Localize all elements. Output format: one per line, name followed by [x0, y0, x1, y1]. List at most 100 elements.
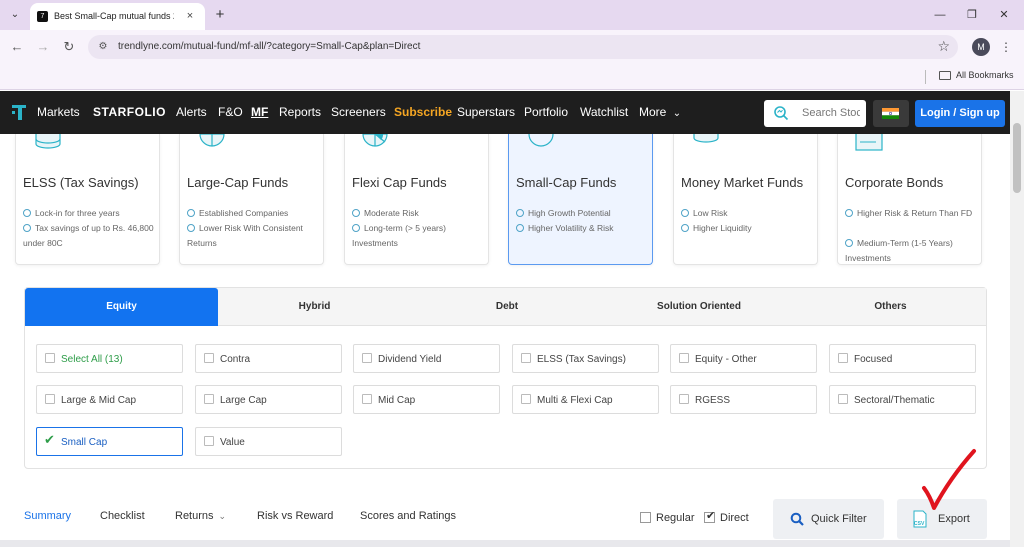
- stock-search-input[interactable]: Search Stocks: [764, 100, 866, 127]
- checkbox[interactable]: [838, 394, 848, 404]
- tab-returns[interactable]: Returns ⌄: [175, 510, 226, 522]
- nav-markets[interactable]: Markets: [37, 105, 80, 119]
- category-card-corporate-bonds[interactable]: Corporate Bonds Higher Risk & Return Tha…: [837, 134, 982, 265]
- tab-search-chevron-icon[interactable]: ⌄: [6, 6, 24, 24]
- tab-debt[interactable]: Debt: [411, 288, 603, 326]
- nav-screeners[interactable]: Screeners: [331, 105, 386, 119]
- tab-others[interactable]: Others: [795, 288, 986, 326]
- browser-tab-title: Best Small-Cap mutual funds 20: [54, 11, 174, 21]
- category-card-large-cap[interactable]: Large-Cap Funds Established Companies Lo…: [179, 134, 324, 265]
- checkbox[interactable]: [838, 353, 848, 363]
- tab-hybrid[interactable]: Hybrid: [218, 288, 411, 326]
- tab-scores-ratings[interactable]: Scores and Ratings: [360, 510, 456, 522]
- window-close-icon[interactable]: ✕: [994, 6, 1014, 24]
- browser-toolbar: ← → ↻ ⚙ trendlyne.com/mutual-fund/mf-all…: [0, 30, 1024, 64]
- bookmark-star-icon[interactable]: ☆: [937, 38, 950, 55]
- checkbox[interactable]: [362, 394, 372, 404]
- filter-tab-bar: Equity Hybrid Debt Solution Oriented Oth…: [25, 288, 986, 326]
- minimize-icon[interactable]: —: [930, 6, 950, 24]
- option-rgess[interactable]: RGESS: [670, 385, 817, 414]
- option-small-cap[interactable]: ✔ Small Cap: [36, 427, 183, 456]
- tab-summary[interactable]: Summary: [24, 510, 71, 522]
- nav-watchlist[interactable]: Watchlist: [580, 105, 628, 119]
- nav-reports[interactable]: Reports: [279, 105, 321, 119]
- nav-mf[interactable]: MF: [251, 105, 268, 119]
- check-circle-icon: [23, 209, 31, 217]
- folder-icon[interactable]: [939, 71, 951, 80]
- nav-more[interactable]: More ⌄: [639, 105, 681, 119]
- category-card-money-market[interactable]: Money Market Funds Low Risk Higher Liqui…: [673, 134, 818, 265]
- nav-subscribe[interactable]: Subscribe: [394, 105, 452, 119]
- category-card-small-cap[interactable]: Small-Cap Funds High Growth Potential Hi…: [508, 134, 653, 265]
- browser-menu-icon[interactable]: ⋮: [998, 38, 1014, 56]
- coins-illustration-icon: [35, 134, 61, 149]
- option-contra[interactable]: Contra: [195, 344, 342, 373]
- country-selector[interactable]: [873, 100, 909, 127]
- card-point: Established Companies: [187, 206, 322, 221]
- checkbox[interactable]: [45, 353, 55, 363]
- nav-starfolio[interactable]: STARFOLIO: [93, 105, 166, 119]
- checkbox[interactable]: [521, 394, 531, 404]
- nav-alerts[interactable]: Alerts: [176, 105, 207, 119]
- back-arrow-icon[interactable]: ←: [8, 38, 26, 56]
- quick-filter-label: Quick Filter: [811, 513, 867, 525]
- nav-fno[interactable]: F&O: [218, 105, 243, 119]
- search-placeholder: Search Stocks: [802, 107, 860, 119]
- close-tab-icon[interactable]: ×: [182, 8, 198, 24]
- check-circle-icon: [516, 224, 524, 232]
- checkbox[interactable]: [679, 394, 689, 404]
- nav-portfolio[interactable]: Portfolio: [524, 105, 568, 119]
- quick-filter-button[interactable]: Quick Filter: [773, 499, 884, 539]
- category-card-flexi-cap[interactable]: Flexi Cap Funds Moderate Risk Long-term …: [344, 134, 489, 265]
- nav-superstars[interactable]: Superstars: [457, 105, 515, 119]
- check-circle-icon: [23, 224, 31, 232]
- tab-checklist[interactable]: Checklist: [100, 510, 145, 522]
- check-circle-icon: [352, 209, 360, 217]
- search-icon: [790, 512, 804, 526]
- tab-equity[interactable]: Equity: [25, 288, 218, 326]
- option-mid-cap[interactable]: Mid Cap: [353, 385, 500, 414]
- option-large-cap[interactable]: Large Cap: [195, 385, 342, 414]
- direct-plan-checkbox[interactable]: ✔: [704, 510, 716, 523]
- option-equity-other[interactable]: Equity - Other: [670, 344, 817, 373]
- scrollbar-thumb[interactable]: [1013, 123, 1021, 193]
- checkbox[interactable]: [362, 353, 372, 363]
- page-scrollbar[interactable]: [1010, 91, 1024, 547]
- trendlyne-logo-icon[interactable]: [10, 102, 28, 122]
- pie-chart-illustration-icon: [199, 134, 225, 147]
- browser-tab[interactable]: 7 Best Small-Cap mutual funds 20 ×: [30, 3, 205, 30]
- checkbox[interactable]: [204, 436, 214, 446]
- option-elss[interactable]: ELSS (Tax Savings): [512, 344, 659, 373]
- restore-icon[interactable]: ❐: [962, 6, 982, 24]
- address-bar[interactable]: ⚙ trendlyne.com/mutual-fund/mf-all/?cate…: [88, 35, 958, 59]
- forward-arrow-icon[interactable]: →: [34, 38, 52, 56]
- profile-avatar[interactable]: M: [972, 38, 990, 56]
- all-bookmarks-link[interactable]: All Bookmarks: [956, 70, 1014, 80]
- option-sectoral-thematic[interactable]: Sectoral/Thematic: [829, 385, 976, 414]
- checkbox[interactable]: [679, 353, 689, 363]
- card-point: High Growth Potential: [516, 206, 651, 221]
- checkbox[interactable]: [45, 394, 55, 404]
- checkbox[interactable]: [204, 353, 214, 363]
- checkbox[interactable]: [521, 353, 531, 363]
- option-dividend-yield[interactable]: Dividend Yield: [353, 344, 500, 373]
- option-select-all[interactable]: Select All (13): [36, 344, 183, 373]
- checkbox[interactable]: [204, 394, 214, 404]
- regular-plan-checkbox[interactable]: [640, 512, 651, 523]
- option-value[interactable]: Value: [195, 427, 342, 456]
- option-multi-flexi-cap[interactable]: Multi & Flexi Cap: [512, 385, 659, 414]
- check-circle-icon: [845, 239, 853, 247]
- new-tab-button[interactable]: +: [210, 5, 230, 25]
- tab-risk-vs-reward[interactable]: Risk vs Reward: [257, 510, 333, 522]
- checkmark-icon[interactable]: ✔: [44, 432, 55, 448]
- category-card-elss[interactable]: ELSS (Tax Savings) Lock-in for three yea…: [15, 134, 160, 265]
- tab-solution-oriented[interactable]: Solution Oriented: [603, 288, 795, 326]
- check-circle-icon: [187, 224, 195, 232]
- card-point: Medium-Term (1-5 Years) Investments: [845, 238, 953, 263]
- option-large-mid-cap[interactable]: Large & Mid Cap: [36, 385, 183, 414]
- option-focused[interactable]: Focused: [829, 344, 976, 373]
- login-signup-button[interactable]: Login / Sign up: [915, 100, 1005, 127]
- reload-icon[interactable]: ↻: [60, 38, 78, 56]
- checkmark-icon: ✔: [706, 510, 716, 522]
- site-settings-icon[interactable]: ⚙: [96, 40, 110, 54]
